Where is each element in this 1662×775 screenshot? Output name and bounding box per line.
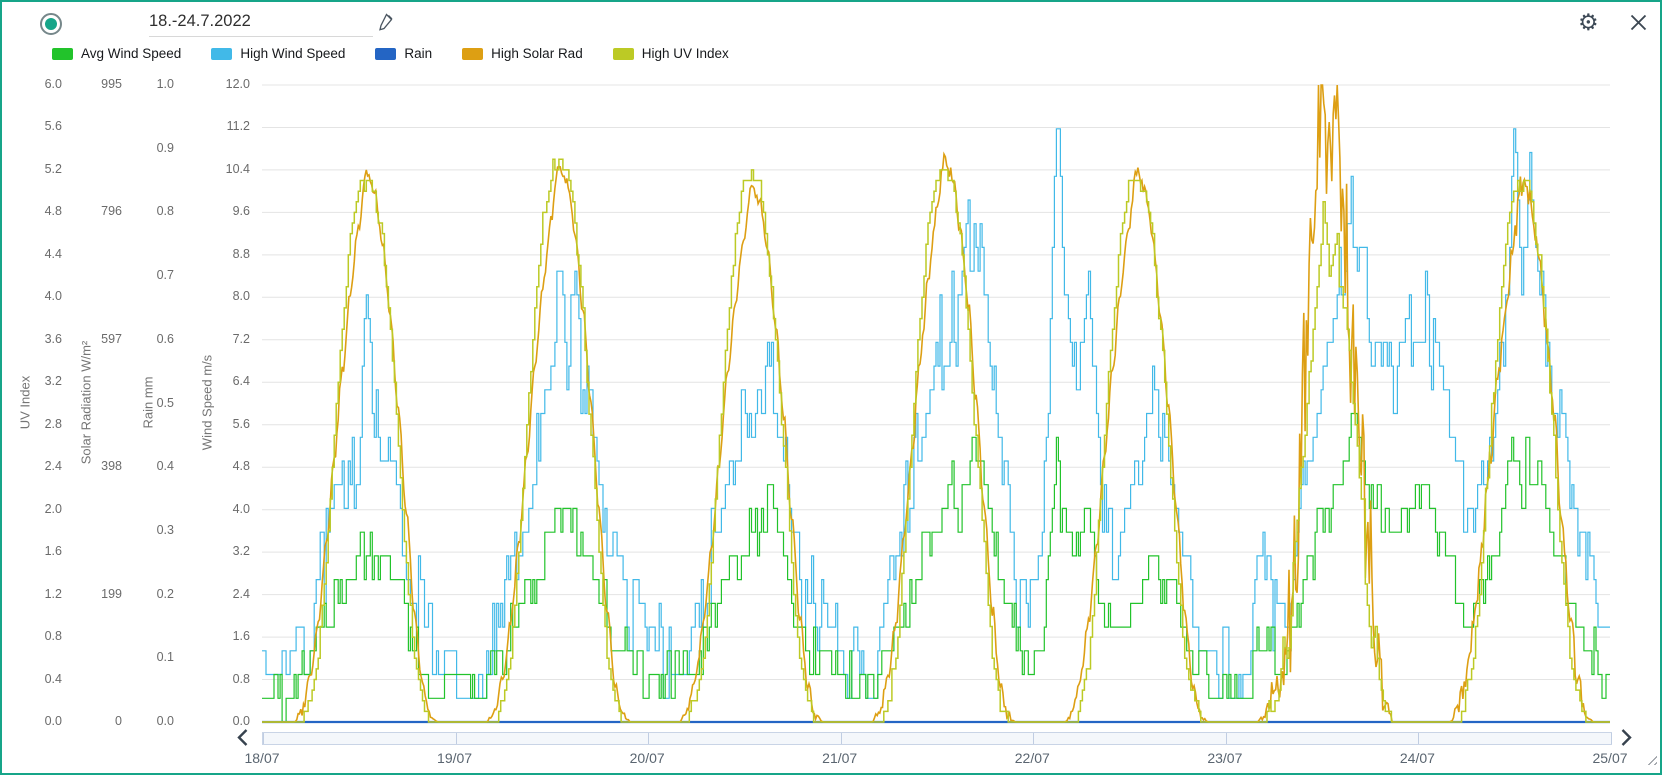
uv-tick-label: 2.0 bbox=[16, 502, 62, 516]
rain-tick-label: 0.3 bbox=[128, 523, 174, 537]
chevron-left-icon[interactable] bbox=[236, 728, 249, 752]
chevron-right-icon[interactable] bbox=[1620, 728, 1633, 752]
scrollbar-day-tick bbox=[456, 733, 457, 744]
scrollbar-day-tick bbox=[1226, 733, 1227, 744]
wind-tick-label: 6.4 bbox=[204, 374, 250, 388]
rain-tick-label: 0.8 bbox=[128, 204, 174, 218]
uv-tick-label: 0.8 bbox=[16, 629, 62, 643]
wind-tick-label: 3.2 bbox=[204, 544, 250, 558]
wind-tick-label: 8.8 bbox=[204, 247, 250, 261]
x-axis-label: 22/07 bbox=[1015, 750, 1050, 766]
wind-tick-label: 8.0 bbox=[204, 289, 250, 303]
rain-tick-label: 0.9 bbox=[128, 141, 174, 155]
wind-tick-label: 4.8 bbox=[204, 459, 250, 473]
uv-tick-label: 0.0 bbox=[16, 714, 62, 728]
rain-tick-label: 1.0 bbox=[128, 77, 174, 91]
solar-tick-label: 796 bbox=[76, 204, 122, 218]
uv-tick-label: 2.4 bbox=[16, 459, 62, 473]
series-avg-wind-speed bbox=[262, 414, 1610, 723]
wind-tick-label: 10.4 bbox=[204, 162, 250, 176]
x-axis-label: 19/07 bbox=[437, 750, 472, 766]
uv-tick-label: 4.0 bbox=[16, 289, 62, 303]
x-axis-label: 18/07 bbox=[244, 750, 279, 766]
rain-tick-label: 0.7 bbox=[128, 268, 174, 282]
scrollbar-day-tick bbox=[1611, 733, 1612, 744]
uv-tick-label: 1.2 bbox=[16, 587, 62, 601]
scrollbar-day-tick bbox=[1033, 733, 1034, 744]
uv-tick-label: 5.2 bbox=[16, 162, 62, 176]
weather-chart-widget: 18.-24.7.2022 ⚙ Avg Wind SpeedHigh Wind … bbox=[0, 0, 1662, 775]
scrollbar-day-tick bbox=[841, 733, 842, 744]
x-axis-label: 25/07 bbox=[1592, 750, 1627, 766]
rain-tick-label: 0.2 bbox=[128, 587, 174, 601]
scrollbar-day-tick bbox=[648, 733, 649, 744]
rain-tick-label: 0.1 bbox=[128, 650, 174, 664]
solar-tick-label: 398 bbox=[76, 459, 122, 473]
uv-tick-label: 0.4 bbox=[16, 672, 62, 686]
x-axis-label: 21/07 bbox=[822, 750, 857, 766]
rain-tick-label: 0.0 bbox=[128, 714, 174, 728]
wind-tick-label: 2.4 bbox=[204, 587, 250, 601]
uv-tick-label: 3.6 bbox=[16, 332, 62, 346]
scrollbar-day-tick bbox=[263, 733, 264, 744]
rain-tick-label: 0.5 bbox=[128, 396, 174, 410]
x-axis-label: 20/07 bbox=[630, 750, 665, 766]
rain-tick-label: 0.4 bbox=[128, 459, 174, 473]
wind-tick-label: 0.0 bbox=[204, 714, 250, 728]
uv-tick-label: 3.2 bbox=[16, 374, 62, 388]
uv-tick-label: 6.0 bbox=[16, 77, 62, 91]
uv-tick-label: 5.6 bbox=[16, 119, 62, 133]
wind-tick-label: 12.0 bbox=[204, 77, 250, 91]
scrollbar-day-tick bbox=[1418, 733, 1419, 744]
x-axis-label: 24/07 bbox=[1400, 750, 1435, 766]
wind-tick-label: 11.2 bbox=[204, 119, 250, 133]
uv-tick-label: 4.4 bbox=[16, 247, 62, 261]
wind-tick-label: 5.6 bbox=[204, 417, 250, 431]
uv-tick-label: 4.8 bbox=[16, 204, 62, 218]
uv-tick-label: 2.8 bbox=[16, 417, 62, 431]
solar-tick-label: 597 bbox=[76, 332, 122, 346]
solar-tick-label: 995 bbox=[76, 77, 122, 91]
chart-plot-area bbox=[2, 2, 1660, 773]
rain-tick-label: 0.6 bbox=[128, 332, 174, 346]
wind-tick-label: 1.6 bbox=[204, 629, 250, 643]
x-axis-label: 23/07 bbox=[1207, 750, 1242, 766]
wind-tick-label: 7.2 bbox=[204, 332, 250, 346]
wind-tick-label: 4.0 bbox=[204, 502, 250, 516]
solar-tick-label: 0 bbox=[76, 714, 122, 728]
uv-tick-label: 1.6 bbox=[16, 544, 62, 558]
time-scrollbar[interactable] bbox=[262, 732, 1612, 745]
wind-tick-label: 9.6 bbox=[204, 204, 250, 218]
solar-tick-label: 199 bbox=[76, 587, 122, 601]
wind-tick-label: 0.8 bbox=[204, 672, 250, 686]
